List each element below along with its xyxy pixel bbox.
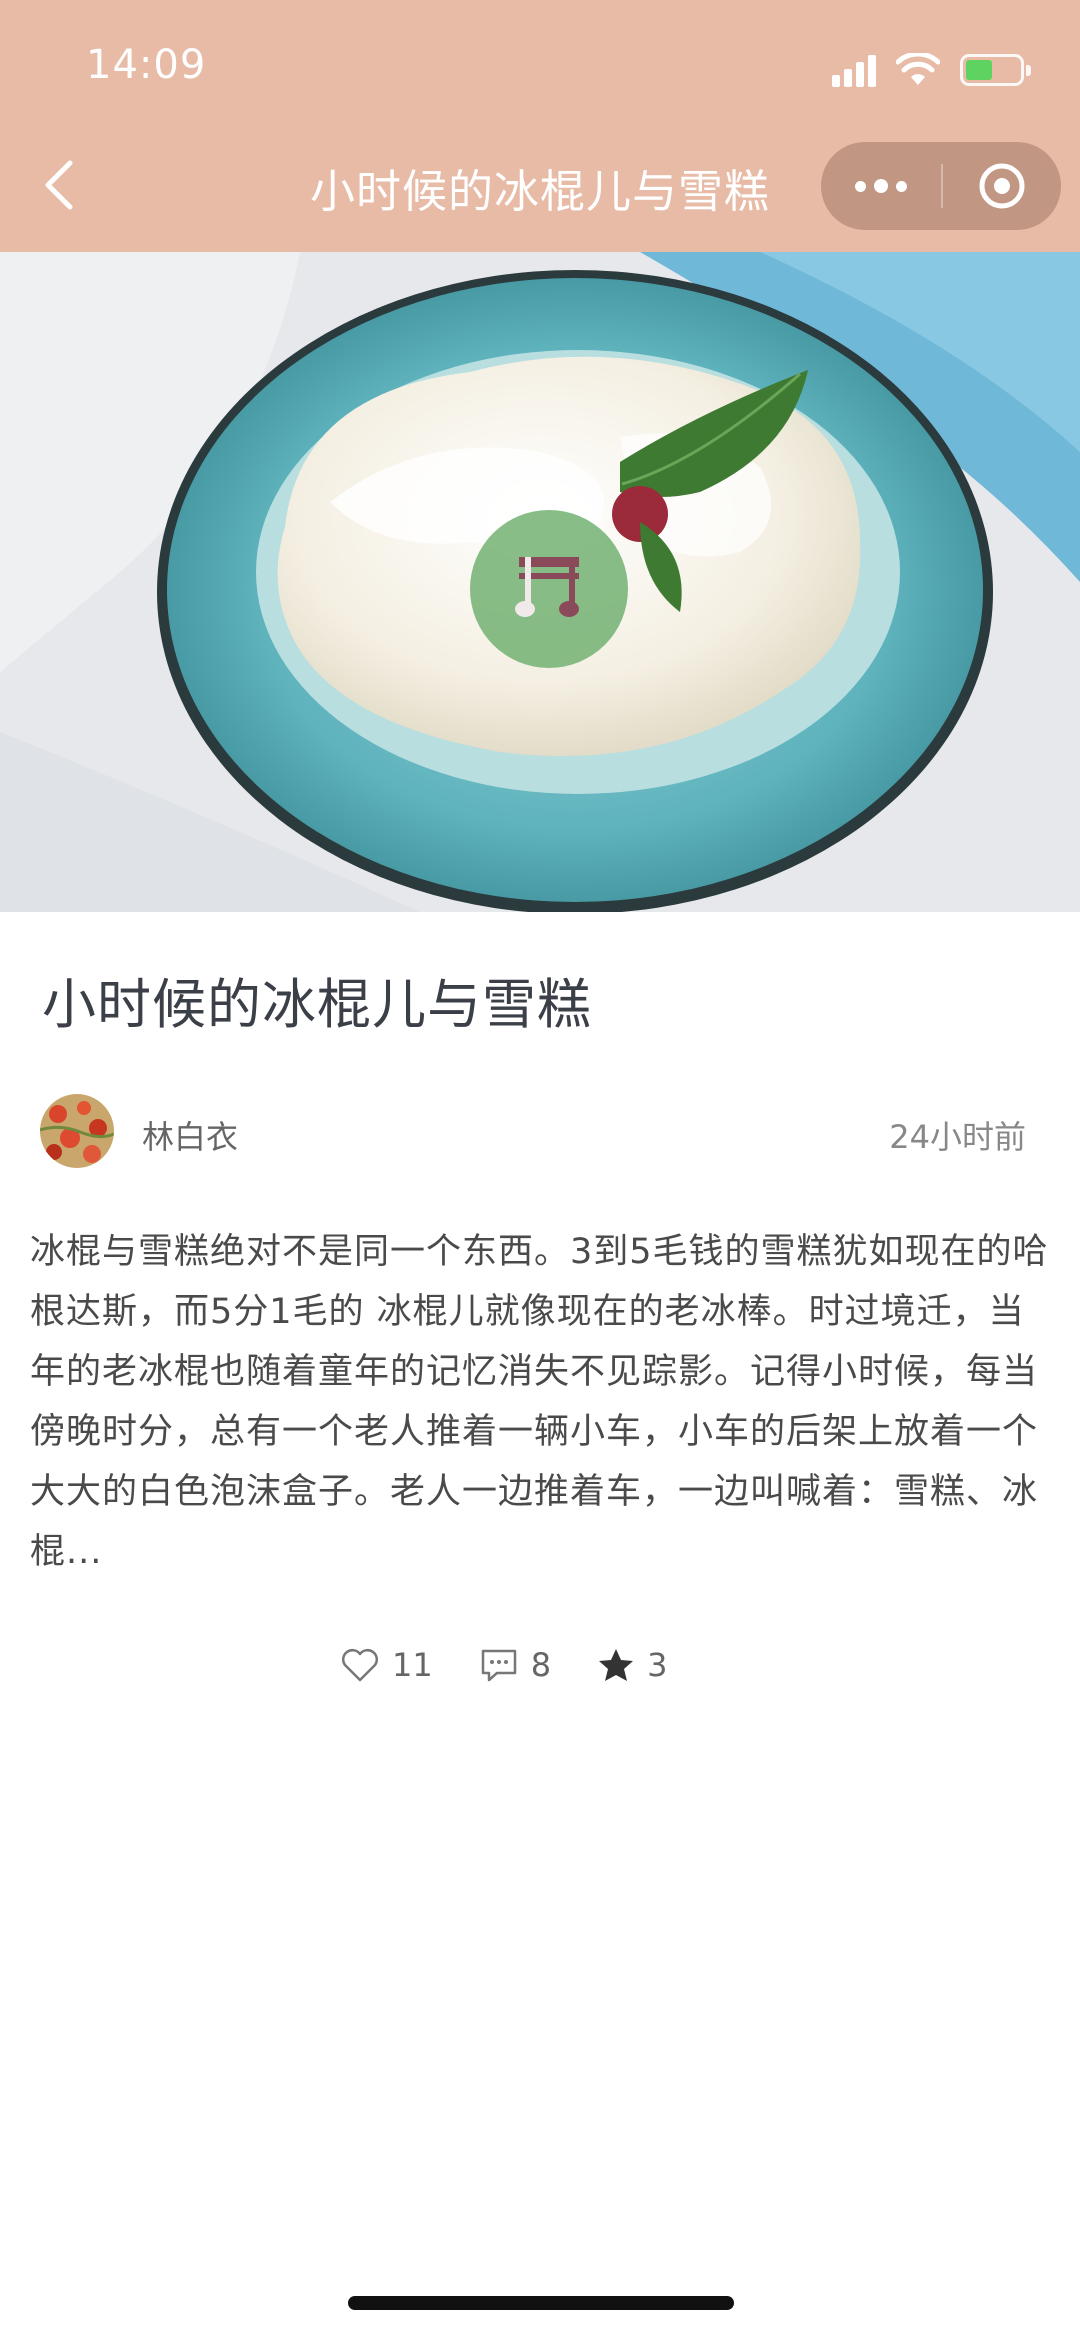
like-button[interactable]: 11 xyxy=(340,1646,433,1684)
home-indicator[interactable] xyxy=(348,2296,734,2310)
star-count: 3 xyxy=(647,1646,668,1684)
article-title: 小时候的冰棍儿与雪糕 xyxy=(42,973,592,1036)
more-button[interactable] xyxy=(821,142,941,230)
battery-charging-icon xyxy=(960,54,1031,86)
signal-icon xyxy=(832,53,876,87)
hero-image xyxy=(0,252,1080,912)
target-close-icon xyxy=(979,163,1025,209)
like-count: 11 xyxy=(392,1646,433,1684)
heart-icon xyxy=(342,1649,378,1682)
article-excerpt[interactable]: 冰棍与雪糕绝对不是同一个东西。3到5毛钱的雪糕犹如现在的哈根达斯，而5分1毛的 … xyxy=(30,1222,1055,1582)
music-button[interactable] xyxy=(470,510,628,668)
comment-button[interactable]: 8 xyxy=(479,1646,551,1684)
avatar[interactable] xyxy=(40,1094,114,1168)
status-time: 14:09 xyxy=(86,42,207,88)
top-bar: 14:09 小时候的冰棍儿与雪糕 xyxy=(0,0,1080,252)
comment-icon xyxy=(481,1649,516,1682)
star-icon xyxy=(599,1649,634,1681)
author-row: 林白衣 24小时前 xyxy=(40,1094,1040,1170)
wifi-icon xyxy=(896,53,940,85)
close-button[interactable] xyxy=(943,142,1061,230)
nav-title: 小时候的冰棍儿与雪糕 xyxy=(309,165,770,218)
more-dots-icon xyxy=(874,179,888,193)
status-icons xyxy=(832,48,1031,92)
comment-count: 8 xyxy=(530,1646,552,1684)
action-bar: 11 8 3 xyxy=(340,1640,667,1690)
author-name[interactable]: 林白衣 xyxy=(142,1112,238,1158)
mini-program-capsule xyxy=(821,142,1061,230)
star-button[interactable]: 3 xyxy=(597,1646,667,1684)
post-time: 24小时前 xyxy=(889,1118,1026,1156)
chevron-left-icon xyxy=(45,160,73,210)
back-button[interactable] xyxy=(34,150,84,220)
music-note-icon xyxy=(515,557,579,617)
